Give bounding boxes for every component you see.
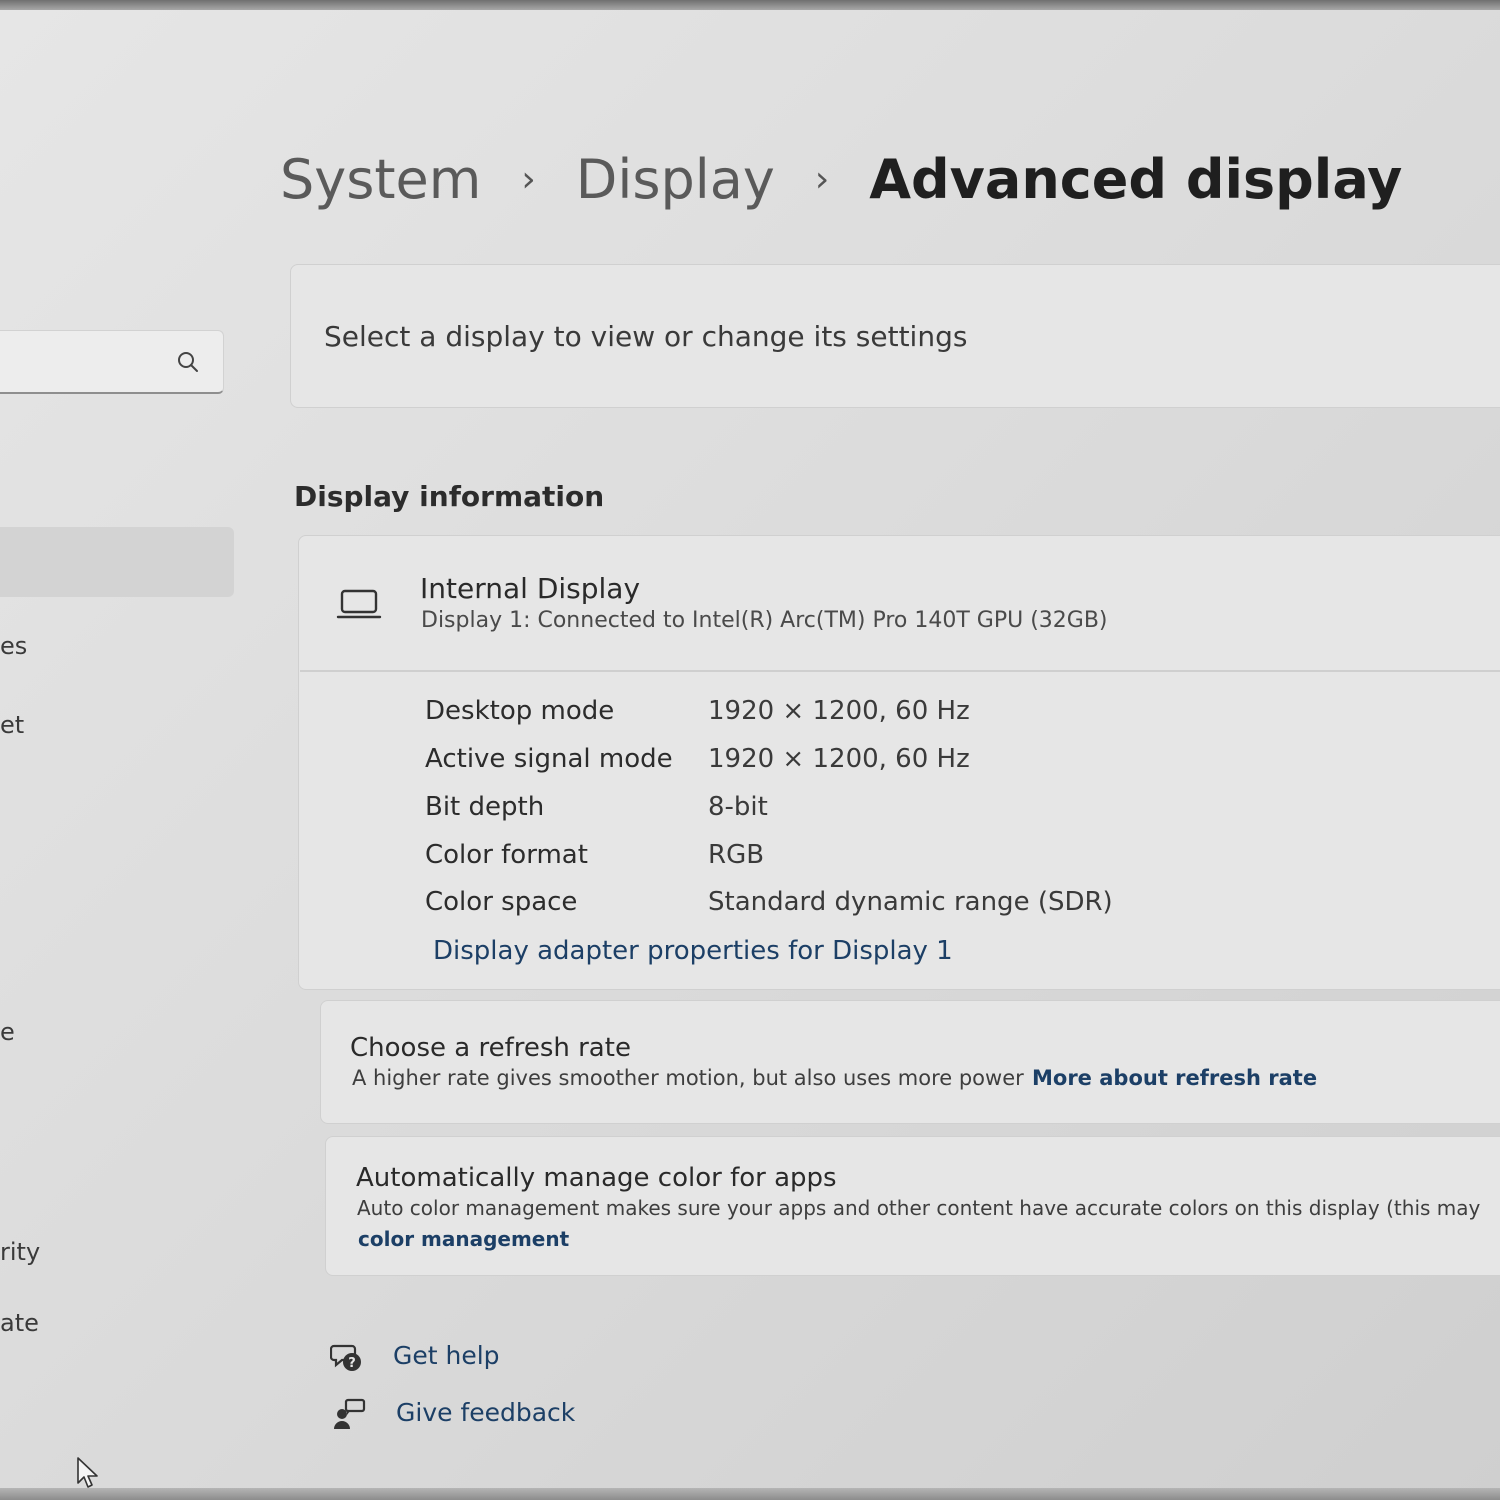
- property-label-bit-depth: Bit depth: [425, 792, 545, 822]
- breadcrumb: System › Display › Advanced display: [280, 148, 1402, 211]
- property-value-color-format: RGB: [708, 840, 765, 870]
- property-value-color-space: Standard dynamic range (SDR): [708, 887, 1113, 917]
- display-subtitle: Display 1: Connected to Intel(R) Arc(TM)…: [421, 608, 1108, 633]
- sidebar-item-selected[interactable]: [0, 527, 234, 597]
- breadcrumb-system[interactable]: System: [280, 148, 481, 211]
- sidebar-item-label[interactable]: et: [0, 711, 24, 739]
- refresh-rate-title: Choose a refresh rate: [350, 1033, 631, 1063]
- give-feedback-icon[interactable]: [332, 1397, 366, 1431]
- divider: [300, 670, 1500, 672]
- property-label-color-format: Color format: [425, 840, 588, 870]
- svg-text:?: ?: [348, 1356, 356, 1371]
- sidebar-item-label[interactable]: es: [0, 632, 27, 660]
- get-help-link[interactable]: Get help: [393, 1341, 500, 1370]
- sidebar: es et e rity ate: [0, 0, 245, 1500]
- property-label-color-space: Color space: [425, 887, 578, 917]
- property-label-desktop-mode: Desktop mode: [425, 696, 615, 726]
- page-title: Advanced display: [869, 148, 1403, 211]
- get-help-icon[interactable]: ?: [330, 1340, 364, 1374]
- mouse-cursor-icon: [77, 1457, 98, 1488]
- display-name: Internal Display: [420, 572, 641, 605]
- property-value-bit-depth: 8-bit: [708, 792, 768, 822]
- sidebar-item-label[interactable]: ate: [0, 1309, 39, 1337]
- color-management-link[interactable]: color management: [358, 1227, 569, 1251]
- display-adapter-properties-link[interactable]: Display adapter properties for Display 1: [433, 936, 953, 966]
- auto-color-description: Auto color management makes sure your ap…: [357, 1196, 1481, 1220]
- more-about-refresh-rate-link[interactable]: More about refresh rate: [1032, 1066, 1317, 1090]
- refresh-rate-description: A higher rate gives smoother motion, but…: [352, 1066, 1024, 1090]
- select-display-text: Select a display to view or change its s…: [324, 320, 968, 353]
- sidebar-item-label[interactable]: e: [0, 1018, 15, 1046]
- section-heading-display-information: Display information: [294, 480, 605, 513]
- breadcrumb-display[interactable]: Display: [576, 148, 775, 211]
- breadcrumb-separator: ›: [814, 159, 830, 200]
- give-feedback-link[interactable]: Give feedback: [396, 1398, 575, 1427]
- property-value-active-signal-mode: 1920 × 1200, 60 Hz: [708, 744, 970, 774]
- property-label-active-signal-mode: Active signal mode: [425, 744, 673, 774]
- settings-window: es et e rity ate System › Display › Adva…: [0, 0, 1500, 1500]
- search-icon[interactable]: [176, 350, 200, 374]
- sidebar-item-label[interactable]: rity: [0, 1238, 40, 1266]
- breadcrumb-separator: ›: [521, 159, 536, 200]
- laptop-icon: [336, 589, 382, 619]
- auto-color-title: Automatically manage color for apps: [356, 1163, 837, 1193]
- property-value-desktop-mode: 1920 × 1200, 60 Hz: [708, 696, 970, 726]
- screen-bezel-bottom: [0, 1488, 1500, 1500]
